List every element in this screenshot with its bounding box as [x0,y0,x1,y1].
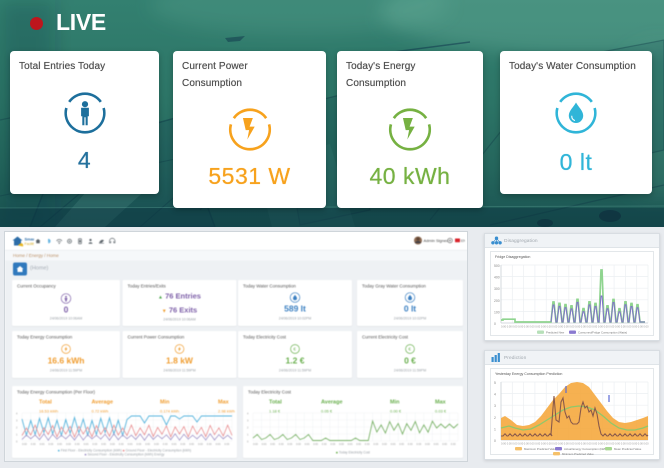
svg-text:0:00: 0:00 [442,443,447,446]
svg-text:0:00: 0:00 [348,443,353,446]
svg-text:0:00: 0:00 [313,443,318,446]
svg-text:Actual Energy Consumption (kWh: Actual Energy Consumption (kWh) [564,447,607,451]
svg-text:0:00: 0:00 [253,443,258,446]
svg-text:2: 2 [247,427,249,430]
svg-text:3: 3 [16,420,18,423]
svg-text:0:00: 0:00 [84,443,89,446]
svg-text:EN: EN [461,239,465,243]
svg-text:0: 0 [494,439,496,443]
svg-text:0:00: 0:00 [136,443,141,446]
svg-text:Mean Predicted Value: Mean Predicted Value [614,447,642,451]
svg-text:0:00: 0:00 [365,443,370,446]
svg-text:0: 0 [494,322,496,326]
svg-text:0:00: 0:00 [145,443,150,446]
svg-text:Consumed/Fridge Consumption (W: Consumed/Fridge Consumption (Watts) [578,331,627,335]
svg-text:0:00: 0:00 [270,443,275,446]
svg-text:0:00: 0:00 [279,443,284,446]
svg-text:0:00: 0:00 [66,443,71,446]
svg-text:2: 2 [16,427,18,430]
svg-text:0:00: 0:00 [92,443,97,446]
svg-text:0:00: 0:00 [373,443,378,446]
svg-text:0:00: 0:00 [644,442,650,446]
svg-text:0:00: 0:00 [207,443,212,446]
svg-text:0:00: 0:00 [216,443,221,446]
svg-text:3: 3 [494,404,496,408]
svg-text:0:00: 0:00 [287,443,292,446]
svg-text:0:00: 0:00 [416,443,421,446]
svg-text:2: 2 [494,416,496,420]
svg-text:0:00: 0:00 [119,443,124,446]
svg-text:3: 3 [247,420,249,423]
svg-text:1: 1 [247,434,249,437]
svg-text:0:00: 0:00 [356,443,361,446]
svg-text:4: 4 [247,413,249,416]
svg-text:0:00: 0:00 [322,443,327,446]
svg-text:0:00: 0:00 [101,443,106,446]
svg-text:€: € [408,347,411,352]
svg-text:0:00: 0:00 [48,443,53,446]
svg-text:5: 5 [494,381,496,385]
svg-text:0:00: 0:00 [224,443,229,446]
svg-text:1: 1 [16,434,18,437]
svg-text:0:00: 0:00 [425,443,430,446]
svg-text:0:00: 0:00 [382,443,387,446]
svg-text:0:00: 0:00 [172,443,177,446]
svg-text:0:00: 0:00 [110,443,115,446]
svg-text:0:00: 0:00 [644,325,650,329]
svg-text:1: 1 [494,427,496,431]
svg-text:0:00: 0:00 [40,443,45,446]
svg-text:0: 0 [247,441,249,444]
svg-text:0:00: 0:00 [451,443,456,446]
svg-text:0:00: 0:00 [330,443,335,446]
svg-text:400: 400 [494,276,500,280]
svg-text:0:00: 0:00 [189,443,194,446]
svg-text:0:00: 0:00 [305,443,310,446]
svg-text:500: 500 [494,264,500,268]
svg-text:0:00: 0:00 [408,443,413,446]
svg-text:0:00: 0:00 [163,443,168,446]
svg-text:4: 4 [16,413,18,416]
svg-text:0:00: 0:00 [434,443,439,446]
svg-text:0:00: 0:00 [339,443,344,446]
svg-text:Predicted New: Predicted New [546,331,565,335]
svg-text:0:00: 0:00 [154,443,159,446]
svg-text:0: 0 [16,441,18,444]
svg-text:Admin Signed: Admin Signed [424,238,449,243]
svg-text:0:00: 0:00 [128,443,133,446]
svg-text:0:00: 0:00 [262,443,267,446]
svg-text:€: € [293,347,296,352]
svg-text:100: 100 [494,310,500,314]
svg-text:200: 200 [494,299,500,303]
svg-text:0:00: 0:00 [198,443,203,446]
svg-text:0:00: 0:00 [75,443,80,446]
svg-text:0:00: 0:00 [31,443,36,446]
svg-text:300: 300 [494,287,500,291]
svg-text:4: 4 [494,393,496,397]
svg-text:Facility: Facility [25,242,35,246]
svg-text:0:00: 0:00 [22,443,27,446]
svg-text:Minimum Predicted Value: Minimum Predicted Value [562,452,594,456]
svg-text:0:00: 0:00 [180,443,185,446]
svg-text:Maximum Predicted Value: Maximum Predicted Value [524,447,557,451]
svg-text:Smart: Smart [25,237,35,242]
svg-text:0:00: 0:00 [399,443,404,446]
svg-text:0:00: 0:00 [391,443,396,446]
svg-text:0:00: 0:00 [296,443,301,446]
svg-text:0:00: 0:00 [57,443,62,446]
